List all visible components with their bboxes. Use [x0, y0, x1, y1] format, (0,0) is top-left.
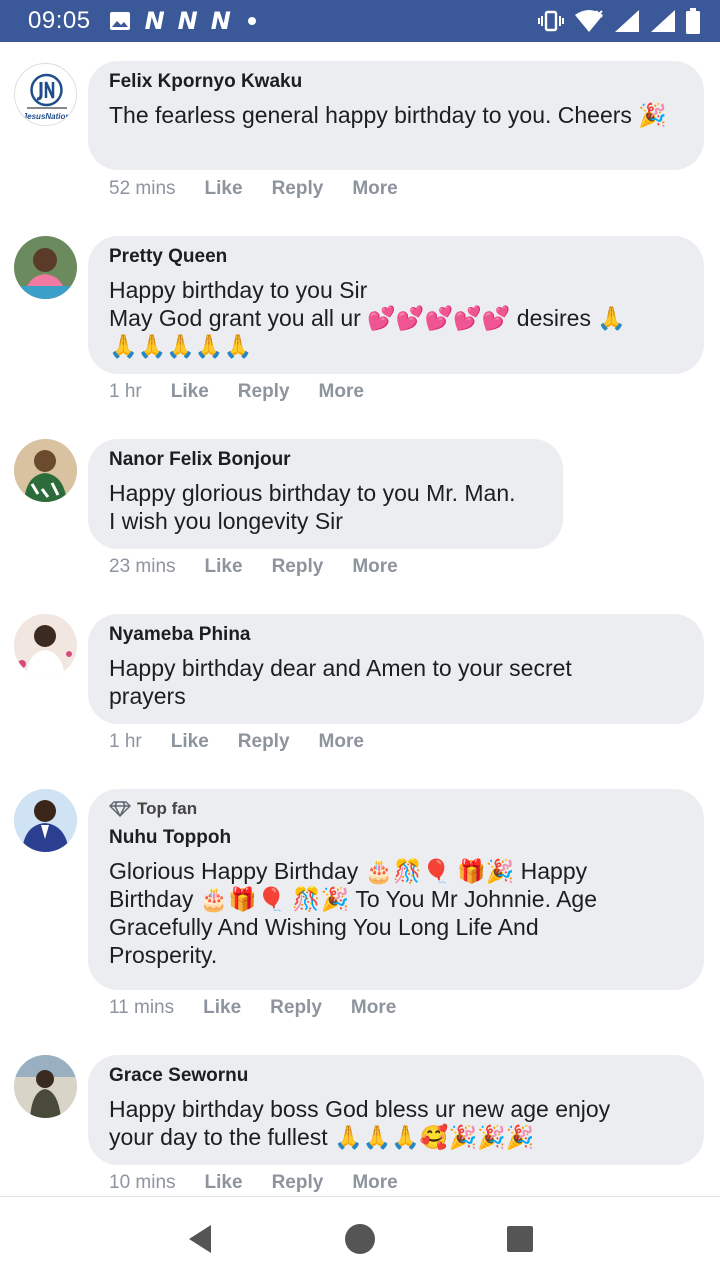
comment-time[interactable]: 23 mins — [109, 556, 176, 578]
more-button[interactable]: More — [319, 731, 364, 753]
comment-time[interactable]: 1 hr — [109, 731, 142, 753]
reply-button[interactable]: Reply — [238, 731, 290, 753]
comment-text: The fearless general happy birthday to y… — [109, 102, 667, 128]
comment-author[interactable]: Grace Sewornu — [109, 1065, 683, 1087]
like-button[interactable]: Like — [171, 381, 209, 403]
comment-text: Happy birthday to you Sir May God grant … — [109, 277, 626, 359]
vibrate-icon — [538, 10, 564, 32]
comment-time[interactable]: 11 mins — [109, 997, 174, 1019]
reply-button[interactable]: Reply — [272, 178, 324, 200]
comment-bubble: Nyameba Phina Happy birthday dear and Am… — [88, 614, 704, 724]
comment-actions: 1 hr Like Reply More — [109, 381, 393, 403]
comment-bubble: Nanor Felix Bonjour Happy glorious birth… — [88, 439, 563, 549]
dot-icon — [247, 17, 256, 25]
like-button[interactable]: Like — [205, 556, 243, 578]
avatar[interactable] — [14, 1055, 77, 1118]
home-icon[interactable] — [330, 1209, 390, 1269]
top-fan-label: Top fan — [137, 799, 198, 818]
more-button[interactable]: More — [352, 178, 397, 200]
battery-icon — [686, 8, 700, 34]
comment-text: Happy birthday dear and Amen to your sec… — [109, 655, 572, 709]
reply-button[interactable]: Reply — [272, 556, 324, 578]
more-button[interactable]: More — [319, 381, 364, 403]
comment-time[interactable]: 52 mins — [109, 178, 176, 200]
comment-author[interactable]: Nuhu Toppoh — [109, 827, 683, 849]
more-button[interactable]: More — [352, 556, 397, 578]
avatar[interactable]: JesusNation — [14, 63, 77, 126]
comment-author[interactable]: Nanor Felix Bonjour — [109, 449, 542, 471]
reply-button[interactable]: Reply — [238, 381, 290, 403]
like-button[interactable]: Like — [171, 731, 209, 753]
comment-text: Happy glorious birthday to you Mr. Man. … — [109, 480, 516, 534]
comment-text: Happy birthday boss God bless ur new age… — [109, 1096, 611, 1150]
avatar[interactable] — [14, 236, 77, 299]
comment-time[interactable]: 10 mins — [109, 1172, 176, 1194]
like-button[interactable]: Like — [205, 178, 243, 200]
comment-actions: 11 mins Like Reply More — [109, 997, 425, 1019]
like-button[interactable]: Like — [203, 997, 241, 1019]
like-button[interactable]: Like — [205, 1172, 243, 1194]
comment-author[interactable]: Felix Kpornyo Kwaku — [109, 71, 683, 93]
comment-author[interactable]: Nyameba Phina — [109, 624, 683, 646]
reply-button[interactable]: Reply — [270, 997, 322, 1019]
diamond-icon — [109, 801, 131, 817]
avatar[interactable] — [14, 789, 77, 852]
reply-button[interactable]: Reply — [272, 1172, 324, 1194]
comment-actions: 52 mins Like Reply More — [109, 178, 427, 200]
avatar[interactable] — [14, 614, 77, 677]
avatar-logo-text: JesusNation — [23, 112, 71, 121]
comment-bubble: Grace Sewornu Happy birthday boss God bl… — [88, 1055, 704, 1165]
status-bar: 09:05 N N N — [0, 0, 720, 42]
n-app-icon: N — [177, 7, 198, 35]
more-button[interactable]: More — [352, 1172, 397, 1194]
comment-text: Glorious Happy Birthday 🎂🎊🎈 🎁🎉 Happy Bir… — [109, 858, 597, 968]
n-app-icon: N — [144, 7, 165, 35]
more-button[interactable]: More — [351, 997, 396, 1019]
comment-actions: 23 mins Like Reply More — [109, 556, 427, 578]
recents-icon[interactable] — [490, 1209, 550, 1269]
wifi-icon — [574, 9, 604, 33]
comment-bubble: Top fan Nuhu Toppoh Glorious Happy Birth… — [88, 789, 704, 990]
comment-bubble: Felix Kpornyo Kwaku The fearless general… — [88, 61, 704, 170]
comment-bubble: Pretty Queen Happy birthday to you Sir M… — [88, 236, 704, 374]
signal-icon — [650, 9, 676, 33]
signal-icon — [614, 9, 640, 33]
status-time: 09:05 — [28, 7, 91, 34]
back-icon[interactable] — [170, 1209, 230, 1269]
comment-actions: 10 mins Like Reply More — [109, 1172, 427, 1194]
navigation-bar — [0, 1196, 720, 1280]
avatar[interactable] — [14, 439, 77, 502]
top-fan-badge: Top fan — [109, 799, 683, 819]
comment-time[interactable]: 1 hr — [109, 381, 142, 403]
image-icon — [109, 11, 131, 31]
comment-author[interactable]: Pretty Queen — [109, 246, 683, 268]
comment-actions: 1 hr Like Reply More — [109, 731, 393, 753]
n-app-icon: N — [210, 7, 231, 35]
